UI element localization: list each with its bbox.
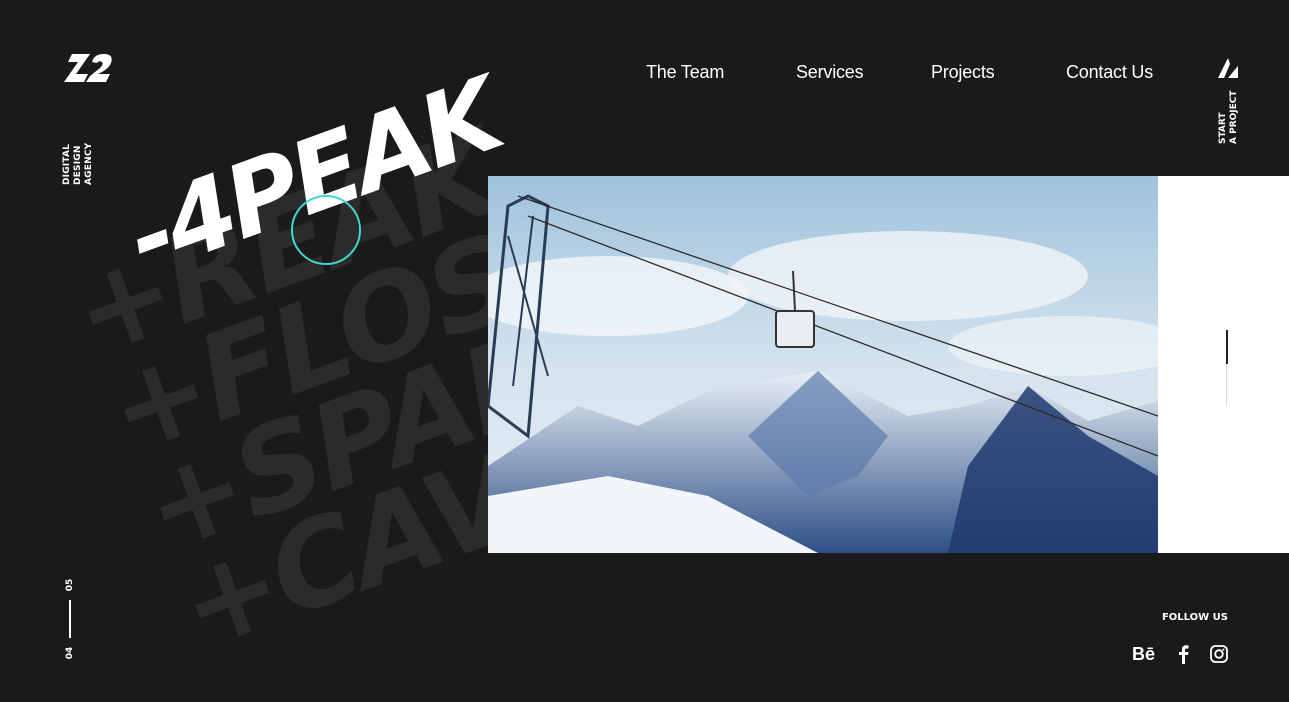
start-project-button[interactable]: START A PROJECT [1218,58,1240,148]
slide-progress-bar [69,600,71,638]
nav-item-the-team[interactable]: The Team [646,62,724,83]
slide-total: 05 [65,578,75,592]
slide-counter: 05 04 [62,578,78,662]
behance-icon[interactable]: Bē [1132,644,1155,664]
start-project-label: START A PROJECT [1218,90,1239,144]
facebook-icon[interactable] [1176,644,1190,664]
play-ring-icon[interactable] [290,194,362,266]
nav-item-projects[interactable]: Projects [931,62,995,83]
scroll-track [1226,364,1227,406]
instagram-icon[interactable] [1210,644,1228,664]
nav-item-contact-us[interactable]: Contact Us [1066,62,1153,83]
next-slide-preview[interactable] [1158,176,1289,553]
logo-icon[interactable] [64,54,114,82]
follow-us-label: FOLLOW US [1161,612,1228,623]
scroll-indicator [1226,330,1228,364]
slide-current: 04 [65,646,75,660]
brand-tagline: DIGITAL DESIGN AGENCY [62,142,94,185]
nav-item-services[interactable]: Services [796,62,864,83]
hero-image [488,176,1158,553]
